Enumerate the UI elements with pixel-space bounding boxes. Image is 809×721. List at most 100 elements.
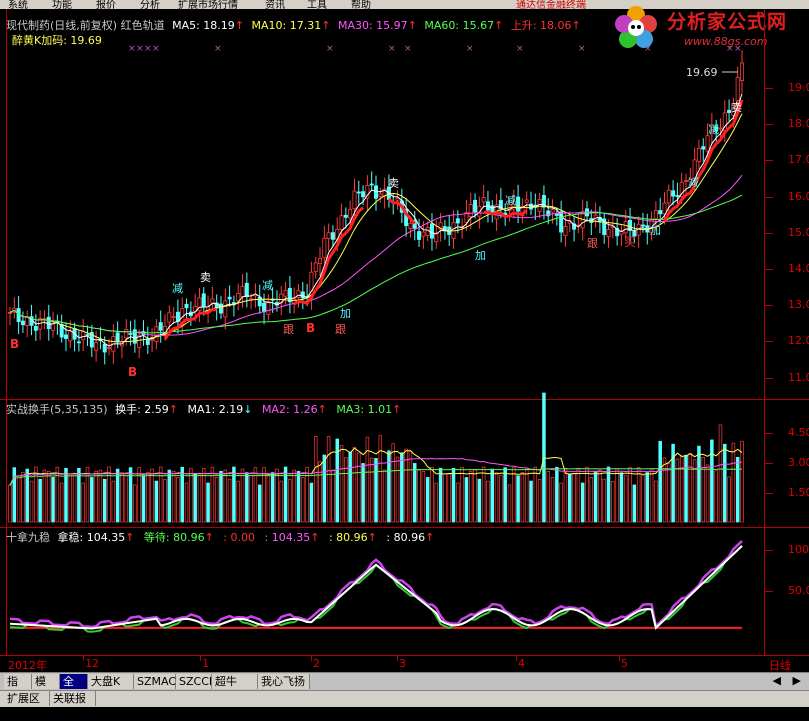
candlestick [455,218,460,224]
volume-bar [326,436,331,523]
volume-bar [206,482,210,523]
signal-marker: × [404,44,412,54]
volume-bar [697,445,701,523]
indicator-tab[interactable]: 我心飞扬 [258,674,310,689]
volume-bar [98,469,103,523]
volume-bar [275,468,279,523]
volume-bar [619,472,624,523]
volume-bar [120,472,124,523]
volume-bar [292,469,296,523]
candlestick [421,231,426,237]
volume-bar [163,478,167,523]
volume-bar [417,469,421,523]
volume-bar [176,477,180,523]
scroll-right-icon[interactable]: ▶ [793,674,801,687]
candlestick [94,342,99,351]
candlestick [158,322,163,331]
axis-tick-mark [765,550,773,551]
axis-tick-mark [765,493,773,494]
volume-bar [468,470,473,523]
signal-label: 减 [688,176,699,189]
bottom-tab[interactable]: 关联报价 [50,691,96,720]
indicator-tab[interactable]: SZMACD [134,674,185,689]
volume-bar [684,454,688,523]
candlestick [339,215,344,230]
indicator-tab[interactable]: 超牛KDJ [212,674,258,703]
volume-bar [503,467,507,523]
volume-bar [550,477,555,523]
candlestick [369,183,374,186]
volume-bar [34,466,38,523]
volume-bar [705,464,710,523]
indicator-tab[interactable]: SZCCI [176,674,212,689]
candlestick [266,301,271,315]
volume-bar [516,475,520,523]
signal-marker: × [326,44,334,54]
candlestick [718,127,723,130]
indicator-tabs: ◀ ▶ 指标模板全部大盘K线SZMACDSZCCI超牛KDJ我心飞扬 [0,672,809,703]
signal-marker: × [388,44,396,54]
volume-bar [456,482,460,523]
volume-bar [576,467,581,523]
candlestick [201,293,206,308]
volume-bar [512,467,516,523]
volume-bar [227,478,232,523]
candlestick [210,298,215,304]
signal-marker: × [516,44,524,54]
signal-marker: × [214,44,222,54]
axis-tick-mark [765,591,773,592]
axis-tick-label: 1.50 [788,486,809,499]
axis-tick-mark [765,232,773,234]
stock-chart[interactable]: 19.69卖卖卖减 减减减减跟 跟跟加加加BBB买× × × × × × × × × × × × × × [0,0,809,706]
volume-bar [301,477,305,523]
candlestick [287,288,292,303]
indicator-tab[interactable]: 全部 [60,674,88,703]
volume-bar [245,472,249,523]
volume-bar [710,439,714,523]
period-label[interactable]: 日线 [769,657,791,673]
date-label: 1 [202,657,209,670]
signal-label: 加 [340,307,351,320]
volume-bar [718,424,723,523]
volume-bar [331,469,335,523]
volume-bar [533,466,538,523]
candlestick [529,203,534,210]
candlestick [46,316,51,330]
volume-bar [477,478,482,523]
volume-bar [447,473,451,523]
volume-bar [81,482,85,523]
volume-bar [378,435,383,523]
volume-bar [688,453,693,523]
bottom-tab[interactable]: 扩展区 [4,691,50,706]
volume-bar [434,482,439,523]
indicator-tab[interactable]: 大盘K线 [88,674,134,703]
volume-bar [649,468,654,523]
axis-tick-mark [765,463,773,464]
volume-bar [559,482,563,523]
date-label: 12 [85,657,99,670]
candlestick [356,191,361,194]
indicator-tab[interactable]: 指标 [4,674,32,703]
volume-bar [387,450,391,523]
volume-bar [249,475,253,523]
volume-bar [150,468,154,523]
candlestick [128,333,133,335]
signal-label: 跟 [283,323,294,336]
candlestick [81,331,86,341]
signal-label: B [128,365,137,379]
volume-bar [611,480,615,523]
volume-bar [464,477,469,523]
candlestick [124,329,129,339]
volume-bar [236,480,240,523]
volume-bar [94,470,98,523]
candlestick [348,209,353,219]
volume-bar [279,480,284,523]
candlestick [76,341,81,344]
candlestick [550,209,555,213]
indicator-tab[interactable]: 模板 [32,674,60,703]
candlestick [326,232,331,239]
volume-bar [623,475,628,523]
volume-bar [460,466,464,523]
scroll-left-icon[interactable]: ◀ [773,674,781,687]
candlestick [218,303,223,314]
